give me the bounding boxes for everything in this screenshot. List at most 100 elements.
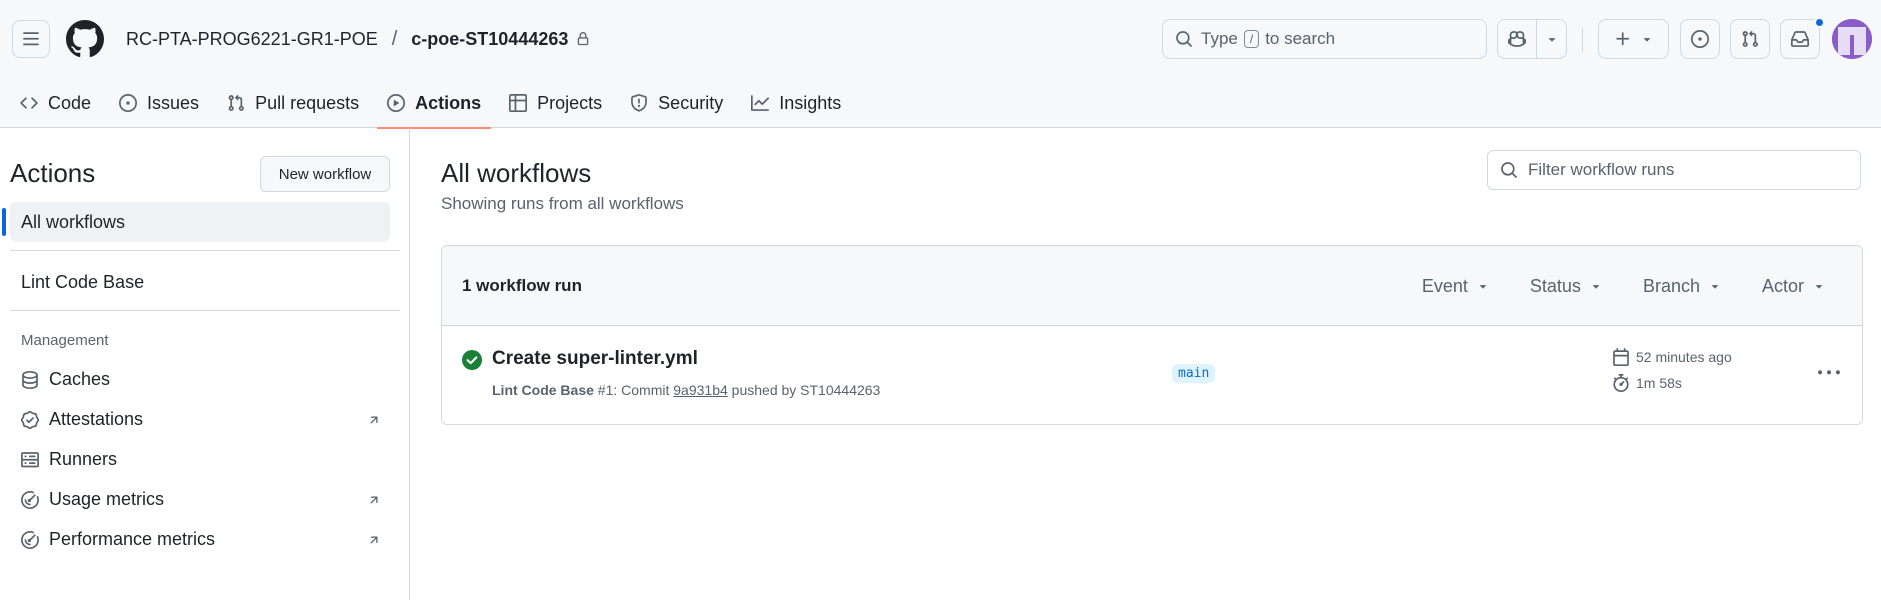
tab-insights[interactable]: Insights (741, 78, 851, 128)
sidebar-item-lint-code-base[interactable]: Lint Code Base (21, 272, 381, 293)
arrow-up-right-icon (370, 496, 378, 504)
tab-issues[interactable]: Issues (109, 78, 209, 128)
code-icon (20, 97, 38, 109)
sidebar-item-label: Runners (49, 449, 118, 469)
sidebar-item-label: Caches (49, 369, 111, 389)
arrow-up-right-icon (370, 416, 378, 424)
tab-projects[interactable]: Projects (499, 78, 612, 128)
sidebar-item-usage-metrics[interactable]: Usage metrics (21, 489, 381, 510)
kebab-menu-icon[interactable] (1818, 362, 1840, 384)
tab-code[interactable]: Code (10, 78, 101, 128)
filter-workflow-runs-input[interactable]: Filter workflow runs (1487, 150, 1861, 190)
sidebar-divider (10, 250, 400, 251)
tab-label: Issues (147, 92, 200, 113)
sidebar-item-label: Usage metrics (49, 489, 165, 509)
sidebar-divider (10, 310, 400, 311)
workflow-runs-list: 1 workflow run Event Status Branch Actor (441, 245, 1863, 425)
sidebar-item-label: Performance metrics (49, 529, 216, 549)
global-search-input[interactable]: Type / to search (1162, 19, 1487, 59)
event-filter-dropdown[interactable]: Event (1422, 276, 1490, 297)
breadcrumb-owner[interactable]: RC-PTA-PROG6221-GR1-POE (126, 29, 378, 50)
triangle-down-icon (1643, 38, 1650, 42)
copilot-dropdown-button[interactable] (1536, 19, 1567, 59)
issues-button[interactable] (1680, 19, 1720, 59)
tab-actions[interactable]: Actions (377, 78, 492, 129)
sidebar-item-runners[interactable]: Runners (21, 449, 381, 470)
run-title-link[interactable]: Create super-linter.yml (492, 348, 698, 370)
pull-request-icon (228, 94, 244, 111)
lock-icon (576, 32, 590, 46)
github-logo-icon[interactable] (66, 20, 104, 58)
git-pull-request-icon (1742, 30, 1758, 47)
plus-icon (1615, 32, 1629, 46)
success-check-icon (462, 350, 482, 370)
breadcrumb-separator: / (391, 27, 398, 50)
database-icon (22, 370, 38, 389)
filter-label: Branch (1642, 275, 1700, 296)
hamburger-menu-button[interactable] (12, 20, 50, 58)
tab-label: Security (658, 92, 724, 113)
tab-label: Pull requests (255, 92, 360, 113)
triangle-down-icon (1711, 285, 1719, 289)
management-heading: Management (21, 332, 109, 349)
run-time-ago-text: 52 minutes ago (1636, 349, 1732, 365)
sidebar-item-performance-metrics[interactable]: Performance metrics (21, 529, 381, 550)
repo-tabs: Code Issues Pull requests Actions Projec… (0, 78, 859, 129)
server-icon (21, 451, 39, 467)
verified-icon (21, 410, 39, 429)
search-placeholder-post: to search (1265, 29, 1336, 48)
stopwatch-icon (1613, 374, 1629, 392)
filter-placeholder: Filter workflow runs (1528, 160, 1675, 179)
status-filter-dropdown[interactable]: Status (1530, 276, 1603, 297)
avatar[interactable] (1832, 19, 1872, 59)
triangle-down-icon (1548, 38, 1555, 42)
sidebar-item-label: Attestations (49, 409, 144, 429)
issue-icon (119, 94, 138, 112)
branch-filter-dropdown[interactable]: Branch (1643, 276, 1722, 297)
breadcrumb: RC-PTA-PROG6221-GR1-POE / c-poe-ST104442… (126, 28, 590, 51)
sidebar-item-caches[interactable]: Caches (21, 369, 381, 390)
inbox-icon (1791, 31, 1809, 47)
search-icon (1500, 161, 1518, 179)
actor-filter-dropdown[interactable]: Actor (1762, 276, 1826, 297)
sidebar-item-label: Lint Code Base (21, 272, 145, 292)
sidebar-item-all-workflows[interactable]: All workflows (2, 202, 390, 242)
table-icon (509, 94, 528, 112)
run-number: #1 (597, 382, 614, 398)
create-new-button[interactable] (1598, 19, 1669, 59)
tab-label: Code (48, 92, 92, 113)
search-placeholder-pre: Type (1201, 29, 1238, 48)
pull-requests-button[interactable] (1730, 19, 1770, 59)
run-workflow-name: Lint Code Base (492, 382, 594, 398)
triangle-down-icon (1479, 285, 1487, 289)
page-title: All workflows (441, 158, 592, 188)
workflow-run-row[interactable]: Create super-linter.yml Lint Code Base #… (442, 326, 1862, 424)
meter-icon (21, 530, 39, 549)
tab-label: Insights (779, 92, 842, 113)
tab-label: Actions (415, 92, 482, 113)
search-icon (1175, 30, 1193, 48)
search-shortcut-key: / (1243, 30, 1260, 48)
notification-dot (1814, 17, 1825, 28)
filter-label: Actor (1761, 275, 1804, 296)
run-count: 1 workflow run (462, 275, 582, 295)
filter-label: Status (1529, 275, 1581, 296)
repo-header: RC-PTA-PROG6221-GR1-POE / c-poe-ST104442… (0, 0, 1881, 129)
filter-label: Event (1421, 275, 1468, 296)
run-commit-prefix: : Commit (613, 382, 670, 398)
commit-sha-link[interactable]: 9a931b4 (673, 382, 728, 398)
issue-opened-icon (1691, 30, 1709, 48)
triangle-down-icon (1815, 285, 1823, 289)
copilot-button[interactable] (1497, 19, 1537, 59)
tab-pull-requests[interactable]: Pull requests (217, 78, 369, 128)
runs-list-header: 1 workflow run Event Status Branch Actor (442, 246, 1862, 326)
sidebar-title: Actions (10, 158, 96, 188)
new-workflow-button[interactable]: New workflow (260, 156, 390, 192)
sidebar-item-attestations[interactable]: Attestations (21, 409, 381, 430)
branch-badge[interactable]: main (1172, 364, 1216, 383)
header-divider (1582, 28, 1583, 52)
run-subtitle: Lint Code Base #1: Commit 9a931b4 pushed… (492, 382, 880, 398)
tab-security[interactable]: Security (620, 78, 733, 128)
breadcrumb-repo[interactable]: c-poe-ST10444263 (411, 29, 568, 50)
calendar-icon (1613, 348, 1629, 366)
